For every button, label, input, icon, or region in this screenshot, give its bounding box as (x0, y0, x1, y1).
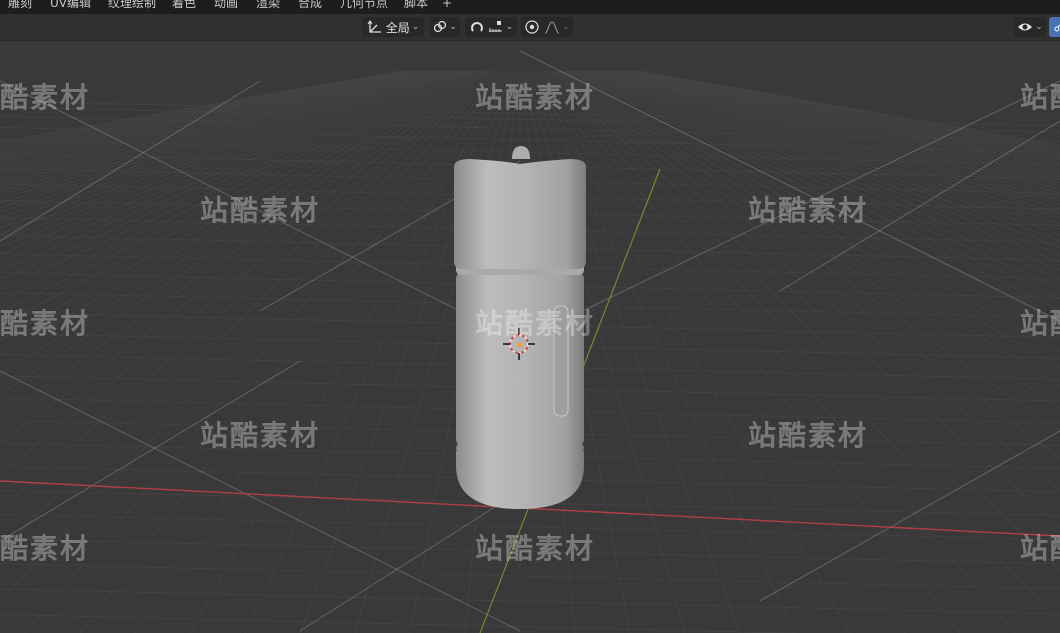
bottle-bottom-cap (456, 451, 584, 509)
bottle-model[interactable] (454, 146, 586, 509)
tab-rendering[interactable]: 渲染 (256, 0, 280, 11)
bottle-side-window (553, 305, 569, 417)
pivot-point-dropdown[interactable]: ⌄ (430, 17, 460, 37)
workspace-tab-bar: 雕刻 UV编辑 纹理绘制 着色 动画 渲染 合成 几何节点 脚本 + (0, 0, 1060, 14)
gizmo-icon (1054, 24, 1060, 32)
3d-viewport[interactable]: 站酷素材站酷素材站酷素材站酷素材站酷素材站酷素材站酷素材站酷素材站酷素材站酷素材… (0, 41, 1060, 633)
snap-group[interactable]: ⌄ (465, 17, 517, 37)
tab-geometry-nodes[interactable]: 几何节点 (340, 0, 388, 11)
snap-increment-icon[interactable] (488, 20, 504, 34)
bottle-nozzle (512, 146, 530, 159)
tab-animation[interactable]: 动画 (214, 0, 238, 11)
link-pivot-icon (434, 20, 447, 33)
eye-icon (1018, 23, 1033, 31)
transform-orientation-dropdown[interactable]: 全局 ⌄ (362, 17, 424, 37)
proportional-edit-icon[interactable] (524, 19, 540, 35)
tab-uv-editing[interactable]: UV编辑 (50, 0, 91, 11)
tab-sculpting[interactable]: 雕刻 (8, 0, 32, 11)
viewport-scene[interactable] (0, 41, 1060, 633)
chevron-down-icon: ⌄ (505, 22, 514, 32)
falloff-curve-icon[interactable] (544, 20, 560, 34)
viewport-header: 全局 ⌄ ⌄ ⌄ ⌄ ⌄ (0, 14, 1060, 41)
transform-orientation-label: 全局 (385, 20, 410, 35)
chevron-down-icon: ⌄ (1035, 22, 1043, 32)
bottle-top-cap (454, 159, 586, 269)
gizmo-toggle[interactable] (1049, 17, 1060, 37)
axes-icon (367, 20, 381, 33)
tab-shading[interactable]: 着色 (172, 0, 196, 11)
chevron-down-icon: ⌄ (411, 22, 420, 32)
tab-texture-paint[interactable]: 纹理绘制 (108, 0, 156, 11)
chevron-down-icon: ⌄ (562, 22, 570, 32)
add-workspace-button[interactable]: + (442, 0, 452, 11)
proportional-edit-group[interactable]: ⌄ (521, 17, 573, 37)
magnet-icon[interactable] (469, 19, 485, 35)
visibility-dropdown[interactable]: ⌄ (1014, 17, 1046, 37)
chevron-down-icon: ⌄ (449, 22, 457, 32)
tab-compositing[interactable]: 合成 (298, 0, 322, 11)
tab-scripting[interactable]: 脚本 (404, 0, 428, 11)
